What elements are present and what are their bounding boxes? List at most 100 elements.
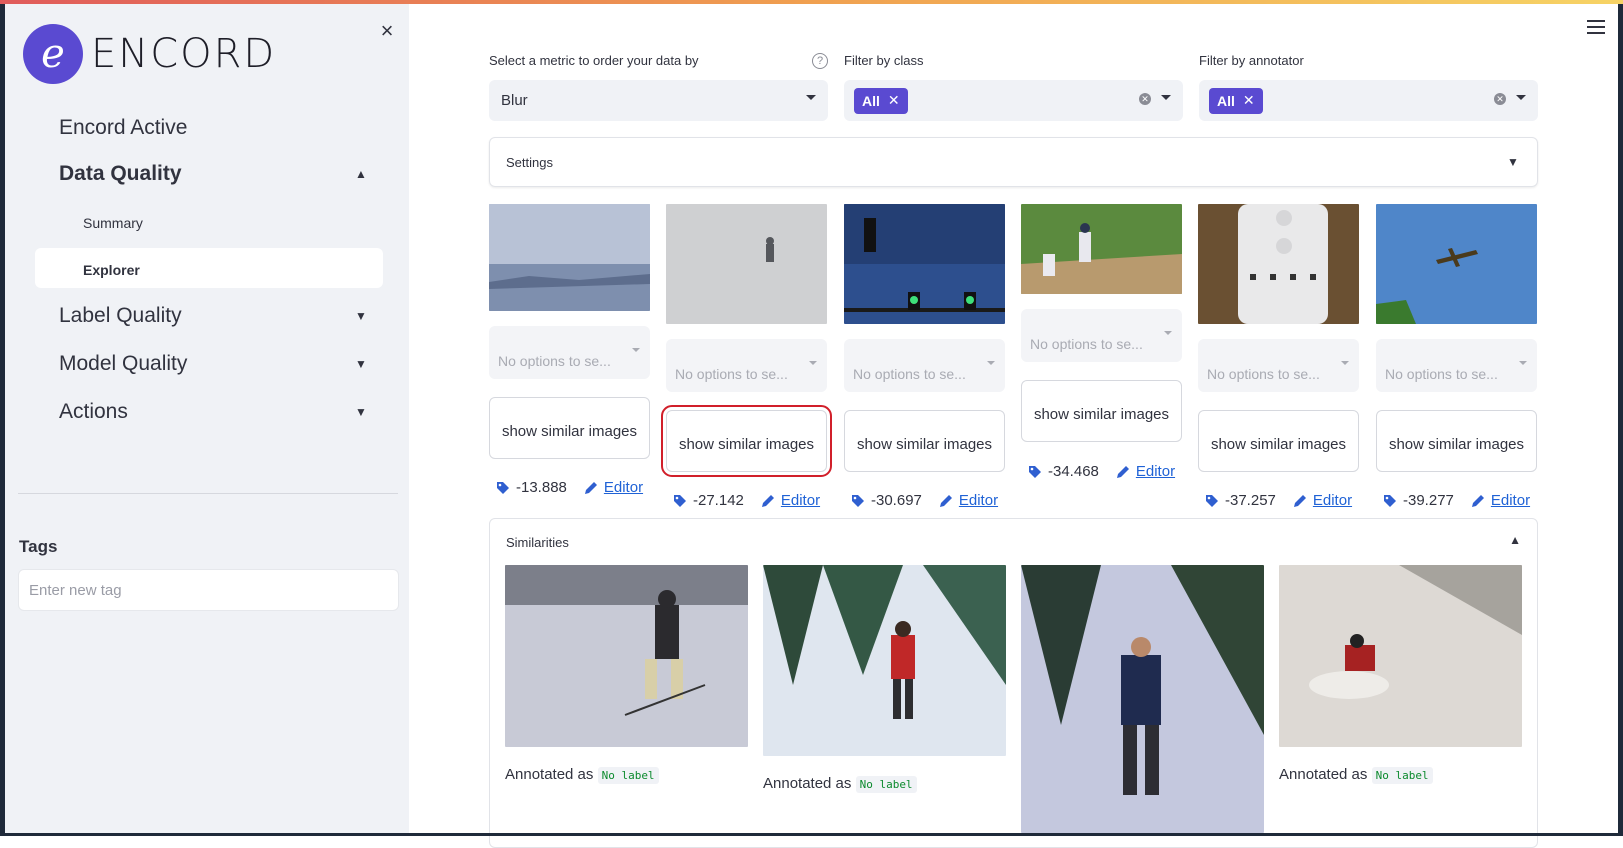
clear-icon[interactable]: ✕ xyxy=(1139,93,1151,105)
metric-score: -37.257 xyxy=(1225,492,1276,509)
caret-down-icon xyxy=(806,95,816,100)
tag-select-disabled: No options to se... xyxy=(1376,339,1537,392)
annotation-label: No label xyxy=(855,776,917,793)
nav-actions[interactable]: Actions ▼ xyxy=(59,400,369,424)
image-thumbnail-wii-remote xyxy=(1198,204,1359,324)
sub-nav-summary[interactable]: Summary xyxy=(83,215,143,231)
new-tag-input[interactable] xyxy=(18,569,399,611)
editor-link[interactable]: Editor xyxy=(583,479,643,496)
caret-down-icon xyxy=(1516,95,1526,100)
editor-link[interactable]: Editor xyxy=(1470,492,1530,509)
nav-data-quality[interactable]: Data Quality ▲ xyxy=(59,162,369,186)
annotated-prefix: Annotated as xyxy=(505,766,594,783)
annotation-caption: Annotated as No label xyxy=(1279,766,1433,784)
similar-image-forest-skier xyxy=(763,565,1006,756)
nav-label: Model Quality xyxy=(59,352,188,375)
settings-expander[interactable]: Settings ▼ xyxy=(489,137,1538,187)
help-icon[interactable]: ? xyxy=(812,53,828,69)
tag-icon xyxy=(497,481,509,494)
tags-heading: Tags xyxy=(19,537,58,556)
annotation-caption: Annotated as No label xyxy=(505,766,659,784)
metric-score: -34.468 xyxy=(1048,463,1099,480)
app-window: × e ENCORD Encord Active Data Quality ▲ … xyxy=(0,0,1623,848)
show-similar-button[interactable]: show similar images xyxy=(1376,410,1537,472)
pencil-icon xyxy=(1471,494,1484,507)
encord-logo-mark: e xyxy=(23,24,83,84)
show-similar-button[interactable]: show similar images xyxy=(489,397,650,459)
metric-select[interactable]: Blur xyxy=(489,80,828,121)
similarities-title: Similarities xyxy=(506,535,569,550)
nav-label-quality[interactable]: Label Quality ▼ xyxy=(59,304,369,328)
caret-down-icon xyxy=(1164,331,1172,335)
annotation-caption: Annotated as No label xyxy=(763,775,917,793)
nav-label: Encord Active xyxy=(59,116,188,139)
window-edge-right xyxy=(1618,4,1623,836)
tag-select-disabled: No options to se... xyxy=(666,339,827,392)
tag-icon xyxy=(852,494,864,507)
editor-link[interactable]: Editor xyxy=(1115,463,1175,480)
show-similar-button[interactable]: show similar images xyxy=(844,410,1005,472)
class-filter-label: Filter by class xyxy=(844,53,924,68)
editor-link-label: Editor xyxy=(958,492,999,509)
class-filter-select[interactable]: All ✕ ✕ xyxy=(844,80,1183,121)
logo-letter: e xyxy=(41,31,65,77)
tag-select-placeholder: No options to se... xyxy=(498,353,611,369)
chip-remove-icon[interactable]: ✕ xyxy=(888,92,900,109)
annotator-filter-label: Filter by annotator xyxy=(1199,53,1304,68)
editor-link-label: Editor xyxy=(1312,492,1353,509)
chip-label: All xyxy=(862,92,880,109)
nav-label: Actions xyxy=(59,400,128,423)
tag-select-placeholder: No options to se... xyxy=(853,366,966,382)
clear-icon[interactable]: ✕ xyxy=(1494,93,1506,105)
nav-label: Data Quality xyxy=(59,162,182,185)
tag-icon xyxy=(1029,465,1041,478)
sub-nav-explorer[interactable]: Explorer xyxy=(83,262,140,278)
annotated-prefix: Annotated as xyxy=(763,775,852,792)
editor-link[interactable]: Editor xyxy=(938,492,998,509)
show-similar-button[interactable]: show similar images xyxy=(1198,410,1359,472)
encord-logo: e ENCORD xyxy=(23,24,276,84)
caret-down-icon xyxy=(809,361,817,365)
show-similar-button[interactable]: show similar images xyxy=(1021,380,1182,442)
close-sidebar-icon[interactable]: × xyxy=(376,20,398,42)
metric-score: -27.142 xyxy=(693,492,744,509)
similar-image-child-skier xyxy=(505,565,748,747)
image-thumbnail-traffic-light xyxy=(844,204,1005,324)
tag-select-placeholder: No options to se... xyxy=(1385,366,1498,382)
chevron-up-icon[interactable]: ▲ xyxy=(1509,533,1521,547)
pencil-icon xyxy=(1116,465,1129,478)
class-chip[interactable]: All ✕ xyxy=(854,87,908,114)
chevron-down-icon: ▼ xyxy=(355,405,367,419)
nav-label: Label Quality xyxy=(59,304,182,327)
caret-down-icon xyxy=(987,361,995,365)
card-meta: -30.697 Editor xyxy=(851,492,998,509)
tag-icon xyxy=(1384,494,1396,507)
caret-down-icon xyxy=(1161,95,1171,100)
editor-link-label: Editor xyxy=(1490,492,1531,509)
tag-icon xyxy=(1206,494,1218,507)
caret-down-icon xyxy=(632,348,640,352)
nav-model-quality[interactable]: Model Quality ▼ xyxy=(59,352,369,376)
editor-link-label: Editor xyxy=(1135,463,1176,480)
hamburger-menu-icon[interactable] xyxy=(1587,20,1605,34)
chevron-up-icon: ▲ xyxy=(355,167,367,181)
annotator-chip[interactable]: All ✕ xyxy=(1209,87,1263,114)
image-thumbnail-fog-skier xyxy=(666,204,827,324)
show-similar-button[interactable]: show similar images xyxy=(661,405,832,477)
annotator-filter-select[interactable]: All ✕ ✕ xyxy=(1199,80,1538,121)
annotation-label: No label xyxy=(597,767,659,784)
tag-select-placeholder: No options to se... xyxy=(1207,366,1320,382)
editor-link[interactable]: Editor xyxy=(760,492,820,509)
pencil-icon xyxy=(1293,494,1306,507)
card-meta: -13.888 Editor xyxy=(496,479,643,496)
card-meta: -37.257 Editor xyxy=(1205,492,1352,509)
tag-icon xyxy=(674,494,686,507)
card-meta: -27.142 Editor xyxy=(673,492,820,509)
pencil-icon xyxy=(761,494,774,507)
metric-score: -30.697 xyxy=(871,492,922,509)
pencil-icon xyxy=(939,494,952,507)
chip-label: All xyxy=(1217,92,1235,109)
nav-encord-active[interactable]: Encord Active xyxy=(59,116,369,140)
chip-remove-icon[interactable]: ✕ xyxy=(1243,92,1255,109)
editor-link[interactable]: Editor xyxy=(1292,492,1352,509)
